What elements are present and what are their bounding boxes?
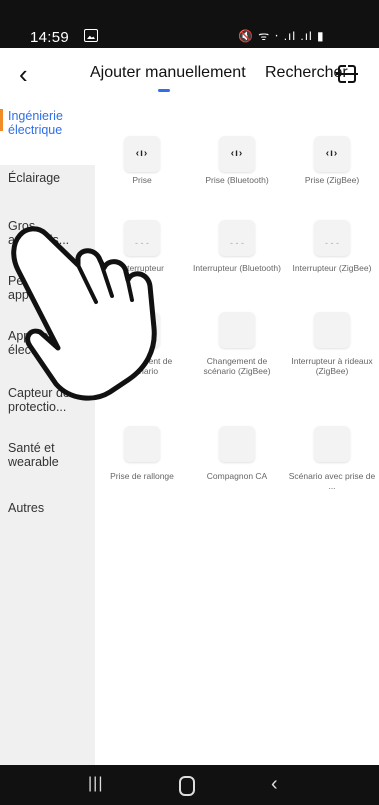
scene-switch-icon	[219, 312, 255, 348]
sidebar-item-label: Autres	[8, 501, 45, 515]
device-item-socket-zigbee[interactable]: ‹ı› Prise (ZigBee)	[285, 136, 379, 198]
sidebar-item-label: Éclairage	[8, 171, 61, 185]
socket-icon: ‹ı›	[314, 136, 350, 172]
scan-icon[interactable]	[336, 65, 358, 83]
device-item-scene-lamp-socket[interactable]: Scénario avec prise de ...	[285, 426, 379, 510]
device-item-curtain-switch[interactable]: Interrupteur à rideaux (ZigBee)	[285, 312, 379, 386]
recent-apps-icon[interactable]: |||	[88, 775, 103, 793]
device-caption: Prise de rallonge	[110, 471, 174, 481]
sidebar-item-label: Ingénierie électrique	[8, 109, 63, 137]
device-caption: Interrupteur (ZigBee)	[292, 263, 372, 273]
device-grid: ‹ı› Prise ‹ı› Prise (Bluetooth) ‹ı› Pris…	[95, 100, 379, 765]
curtain-switch-icon	[314, 312, 350, 348]
device-caption: Prise (Bluetooth)	[205, 175, 269, 185]
category-sidebar: Ingénierie électrique Éclairage Gros app…	[0, 100, 95, 765]
system-nav-bar: ||| ‹	[0, 765, 379, 805]
device-caption: Prise	[132, 175, 152, 185]
active-category-bar	[0, 109, 3, 131]
device-item-socket-bluetooth[interactable]: ‹ı› Prise (Bluetooth)	[190, 136, 284, 198]
device-caption: Interrupteur (Bluetooth)	[193, 263, 281, 273]
socket-icon: ‹ı›	[219, 136, 255, 172]
home-icon[interactable]	[179, 776, 195, 796]
image-icon	[84, 29, 98, 42]
device-caption: Compagnon CA	[206, 471, 268, 481]
device-caption: Interrupteur à rideaux (ZigBee)	[291, 356, 373, 376]
device-item-socket[interactable]: ‹ı› Prise	[95, 136, 189, 198]
power-strip-icon	[124, 426, 160, 462]
active-tab-indicator	[158, 89, 170, 92]
nav-back-icon[interactable]: ‹	[271, 773, 278, 796]
device-caption: Changement de scénario (ZigBee)	[203, 356, 271, 376]
ac-companion-icon	[219, 426, 255, 462]
sidebar-item-others[interactable]: Autres	[0, 497, 95, 537]
lamp-icon	[314, 426, 350, 462]
sidebar-item-electrical[interactable]: Ingénierie électrique	[0, 100, 95, 165]
status-time: 14:59	[30, 29, 70, 46]
device-item-switch-zigbee[interactable]: Interrupteur (ZigBee)	[285, 220, 379, 296]
device-item-ac-companion[interactable]: Compagnon CA	[190, 426, 284, 510]
app-bar: ‹ Ajouter manuellement Rechercher	[0, 48, 379, 100]
tab-add-manually[interactable]: Ajouter manuellement	[90, 64, 246, 82]
device-item-switch-bluetooth[interactable]: Interrupteur (Bluetooth)	[190, 220, 284, 296]
device-caption: Scénario avec prise de ...	[288, 471, 376, 491]
device-caption: Prise (ZigBee)	[304, 175, 360, 185]
sidebar-item-health-wearable[interactable]: Santé et wearable	[0, 437, 95, 492]
device-item-power-strip[interactable]: Prise de rallonge	[95, 426, 189, 510]
switch-icon	[314, 220, 350, 256]
sidebar-item-label: Santé et wearable	[8, 441, 59, 469]
pointing-hand-icon	[11, 226, 157, 401]
status-icons: 🔇 ᯤ ‧ .ıl .ıl ▮	[238, 29, 325, 43]
switch-icon	[219, 220, 255, 256]
back-icon[interactable]: ‹	[19, 61, 28, 87]
device-item-scene-switch-zigbee[interactable]: Changement de scénario (ZigBee)	[190, 312, 284, 386]
socket-icon: ‹ı›	[124, 136, 160, 172]
